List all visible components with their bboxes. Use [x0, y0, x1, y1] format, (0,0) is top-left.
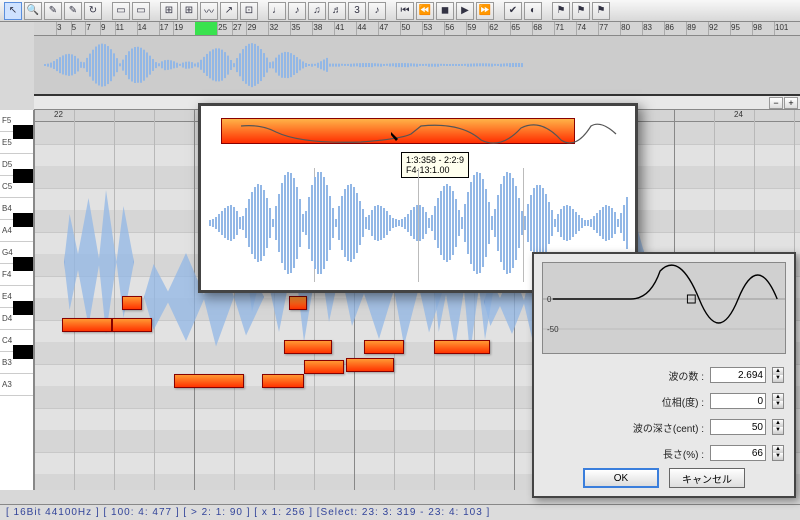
input-phase-deg[interactable]	[710, 393, 766, 409]
label-phase-deg: 位相(度) :	[662, 394, 704, 409]
transport-stop[interactable]: ◼	[436, 2, 454, 20]
input-depth-cent[interactable]	[710, 419, 766, 435]
grid-a[interactable]: ⊞	[160, 2, 178, 20]
dialog-buttons: OK キャンセル	[534, 468, 794, 488]
ok-button[interactable]: OK	[583, 468, 659, 488]
field-depth-cent: 波の深さ(cent) : ▲▼	[633, 418, 784, 436]
apply[interactable]: ✔	[504, 2, 522, 20]
curve-tool[interactable]: ↻	[84, 2, 102, 20]
note-5[interactable]: ♪	[368, 2, 386, 20]
note-block[interactable]	[122, 296, 142, 310]
line-tool[interactable]: ✎	[64, 2, 82, 20]
region-tool[interactable]: ▭	[132, 2, 150, 20]
marker-add[interactable]: ⚑	[552, 2, 570, 20]
popup-pitch-curve	[221, 114, 621, 154]
key-F4[interactable]: F4	[0, 264, 33, 286]
label-depth-cent: 波の深さ(cent) :	[633, 420, 704, 435]
spinner-length-pct[interactable]: ▲▼	[772, 445, 784, 461]
key-E5[interactable]: E5	[0, 132, 33, 154]
note-1[interactable]: ♩	[268, 2, 286, 20]
transport-ff[interactable]: ⏩	[476, 2, 494, 20]
key-A4[interactable]: A4	[0, 220, 33, 242]
note-4[interactable]: ♬	[328, 2, 346, 20]
note-block[interactable]	[262, 374, 304, 388]
note-block[interactable]	[112, 318, 152, 332]
input-wave-count[interactable]	[710, 367, 766, 383]
wave-view[interactable]: 〰	[200, 2, 218, 20]
note-block[interactable]	[284, 340, 332, 354]
transport-play[interactable]: ▶	[456, 2, 474, 20]
note-block[interactable]	[289, 296, 307, 310]
main-toolbar: ↖🔍✎✎↻▭▭⊞⊞〰↗⊡♩♪♫♬3♪⏮⏪◼▶⏩✔◐⚑⚑⚑	[0, 0, 800, 22]
pointer-tool[interactable]: ↖	[4, 2, 22, 20]
triplet[interactable]: 3	[348, 2, 366, 20]
range-tool[interactable]: ▭	[112, 2, 130, 20]
grid-b[interactable]: ⊞	[180, 2, 198, 20]
tooltip-range: 1:3:358 - 2:2:9	[406, 155, 464, 165]
pitch-view[interactable]: ↗	[220, 2, 238, 20]
note-block[interactable]	[346, 358, 394, 372]
spinner-wave-count[interactable]: ▲▼	[772, 367, 784, 383]
note-block[interactable]	[364, 340, 404, 354]
piano-keyboard[interactable]: F5E5D5C5B4A4G4F4E4D4C4B3A3	[0, 110, 34, 490]
note-block[interactable]	[434, 340, 490, 354]
overview-waveform[interactable]	[34, 36, 800, 96]
label-length-pct: 長さ(%) :	[663, 446, 704, 461]
transport-rew[interactable]: ⏪	[416, 2, 434, 20]
cancel-button[interactable]: キャンセル	[669, 468, 745, 488]
input-length-pct[interactable]	[710, 445, 766, 461]
note-2[interactable]: ♪	[288, 2, 306, 20]
zoom-out-icon[interactable]: −	[769, 97, 783, 109]
field-length-pct: 長さ(%) : ▲▼	[663, 444, 784, 462]
note-3[interactable]: ♫	[308, 2, 326, 20]
sine-preview: 0 -50	[542, 262, 786, 354]
note-block[interactable]	[174, 374, 244, 388]
key-D4[interactable]: D4	[0, 308, 33, 330]
status-bar: [ 16Bit 44100Hz ] [ 100: 4: 477 ] [ > 2:…	[0, 504, 800, 520]
spinner-depth-cent[interactable]: ▲▼	[772, 419, 784, 435]
toggle-a[interactable]: ◐	[524, 2, 542, 20]
key-B3[interactable]: B3	[0, 352, 33, 374]
overview-ruler[interactable]: 3579111417192225272932353841444750535659…	[34, 22, 800, 36]
note-block[interactable]	[62, 318, 112, 332]
label-wave-count: 波の数 :	[668, 368, 704, 383]
note-block[interactable]	[304, 360, 344, 374]
key-A3[interactable]: A3	[0, 374, 33, 396]
spinner-phase-deg[interactable]: ▲▼	[772, 393, 784, 409]
marker-prev[interactable]: ⚑	[572, 2, 590, 20]
key-C5[interactable]: C5	[0, 176, 33, 198]
marker-next[interactable]: ⚑	[592, 2, 610, 20]
zoom-tool[interactable]: 🔍	[24, 2, 42, 20]
zoom-in-icon[interactable]: +	[784, 97, 798, 109]
field-phase-deg: 位相(度) : ▲▼	[662, 392, 784, 410]
transport-start[interactable]: ⏮	[396, 2, 414, 20]
pencil-tool[interactable]: ✎	[44, 2, 62, 20]
edit-cursor-icon	[391, 132, 401, 142]
field-wave-count: 波の数 : ▲▼	[668, 366, 784, 384]
block-view[interactable]: ⊡	[240, 2, 258, 20]
vibrato-dialog: 0 -50 波の数 :▲▼位相(度) :▲▼波の深さ(cent) :▲▼長さ(%…	[532, 252, 796, 498]
